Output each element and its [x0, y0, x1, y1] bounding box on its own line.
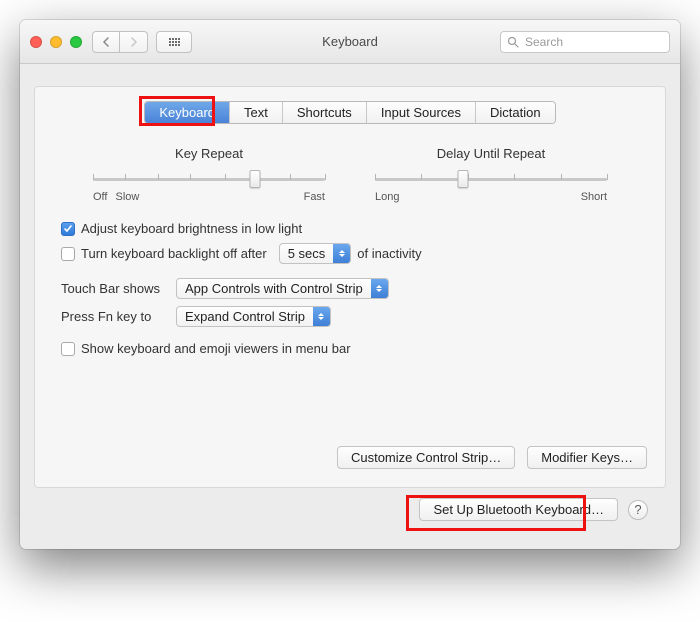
backlight-off-checkbox[interactable] — [61, 247, 75, 261]
zoom-window-button[interactable] — [70, 36, 82, 48]
backlight-off-row: Turn keyboard backlight off after 5 secs… — [61, 243, 639, 264]
stepper-icon — [333, 244, 350, 263]
stepper-icon — [313, 307, 330, 326]
tab-text[interactable]: Text — [230, 102, 283, 123]
tab-keyboard[interactable]: Keyboard — [145, 102, 230, 123]
search-icon — [507, 36, 519, 48]
bluetooth-keyboard-button[interactable]: Set Up Bluetooth Keyboard… — [419, 498, 618, 521]
auto-brightness-checkbox[interactable] — [61, 222, 75, 236]
bottom-button-row: Customize Control Strip… Modifier Keys… — [53, 446, 647, 469]
minimize-window-button[interactable] — [50, 36, 62, 48]
backlight-off-select[interactable]: 5 secs — [279, 243, 352, 264]
sliders-row: Key Repeat Off Slow Fas — [53, 146, 647, 221]
customize-control-strip-button[interactable]: Customize Control Strip… — [337, 446, 515, 469]
touch-bar-select[interactable]: App Controls with Control Strip — [176, 278, 389, 299]
tab-bar: Keyboard Text Shortcuts Input Sources Di… — [53, 101, 647, 124]
fn-key-select[interactable]: Expand Control Strip — [176, 306, 331, 327]
back-button[interactable] — [92, 31, 120, 53]
check-icon — [63, 224, 73, 234]
delay-label: Delay Until Repeat — [375, 146, 607, 161]
backlight-off-value: 5 secs — [288, 246, 326, 261]
nav-buttons — [92, 31, 148, 53]
auto-brightness-label: Adjust keyboard brightness in low light — [81, 221, 302, 236]
delay-group: Delay Until Repeat Long Short — [375, 146, 607, 203]
window-controls — [30, 36, 82, 48]
touch-bar-row: Touch Bar shows App Controls with Contro… — [61, 278, 639, 299]
key-repeat-group: Key Repeat Off Slow Fas — [93, 146, 325, 203]
chevron-right-icon — [130, 37, 138, 47]
titlebar: Keyboard — [20, 20, 680, 64]
key-repeat-slider[interactable] — [93, 169, 325, 189]
key-repeat-off-label: Off — [93, 191, 107, 203]
options-section: Adjust keyboard brightness in low light … — [53, 221, 647, 356]
footer-row: Set Up Bluetooth Keyboard… ? — [34, 488, 666, 535]
tab-shortcuts[interactable]: Shortcuts — [283, 102, 367, 123]
grid-icon — [169, 38, 180, 46]
key-repeat-label: Key Repeat — [93, 146, 325, 161]
preferences-window: Keyboard Keyboard Text Shortcuts Input S… — [20, 20, 680, 549]
backlight-off-suffix: of inactivity — [357, 246, 421, 261]
tab-input-sources[interactable]: Input Sources — [367, 102, 476, 123]
search-input[interactable] — [523, 34, 663, 50]
stepper-icon — [371, 279, 388, 298]
show-viewers-label: Show keyboard and emoji viewers in menu … — [81, 341, 351, 356]
delay-short-label: Short — [581, 191, 607, 203]
close-window-button[interactable] — [30, 36, 42, 48]
show-all-button[interactable] — [156, 31, 192, 53]
delay-long-label: Long — [375, 191, 399, 203]
settings-panel: Keyboard Text Shortcuts Input Sources Di… — [34, 86, 666, 488]
tab-dictation[interactable]: Dictation — [476, 102, 555, 123]
search-field[interactable] — [500, 31, 670, 53]
key-repeat-fast-label: Fast — [304, 191, 325, 203]
auto-brightness-row: Adjust keyboard brightness in low light — [61, 221, 639, 236]
fn-key-row: Press Fn key to Expand Control Strip — [61, 306, 639, 327]
delay-slider[interactable] — [375, 169, 607, 189]
help-button[interactable]: ? — [628, 500, 648, 520]
show-viewers-row: Show keyboard and emoji viewers in menu … — [61, 341, 639, 356]
fn-key-label: Press Fn key to — [61, 309, 166, 324]
backlight-off-prefix: Turn keyboard backlight off after — [81, 246, 267, 261]
show-viewers-checkbox[interactable] — [61, 342, 75, 356]
content-area: Keyboard Text Shortcuts Input Sources Di… — [20, 64, 680, 549]
touch-bar-label: Touch Bar shows — [61, 281, 166, 296]
fn-key-value: Expand Control Strip — [185, 309, 305, 324]
key-repeat-slow-label: Slow — [115, 191, 139, 203]
forward-button[interactable] — [120, 31, 148, 53]
chevron-left-icon — [102, 37, 110, 47]
modifier-keys-button[interactable]: Modifier Keys… — [527, 446, 647, 469]
touch-bar-value: App Controls with Control Strip — [185, 281, 363, 296]
